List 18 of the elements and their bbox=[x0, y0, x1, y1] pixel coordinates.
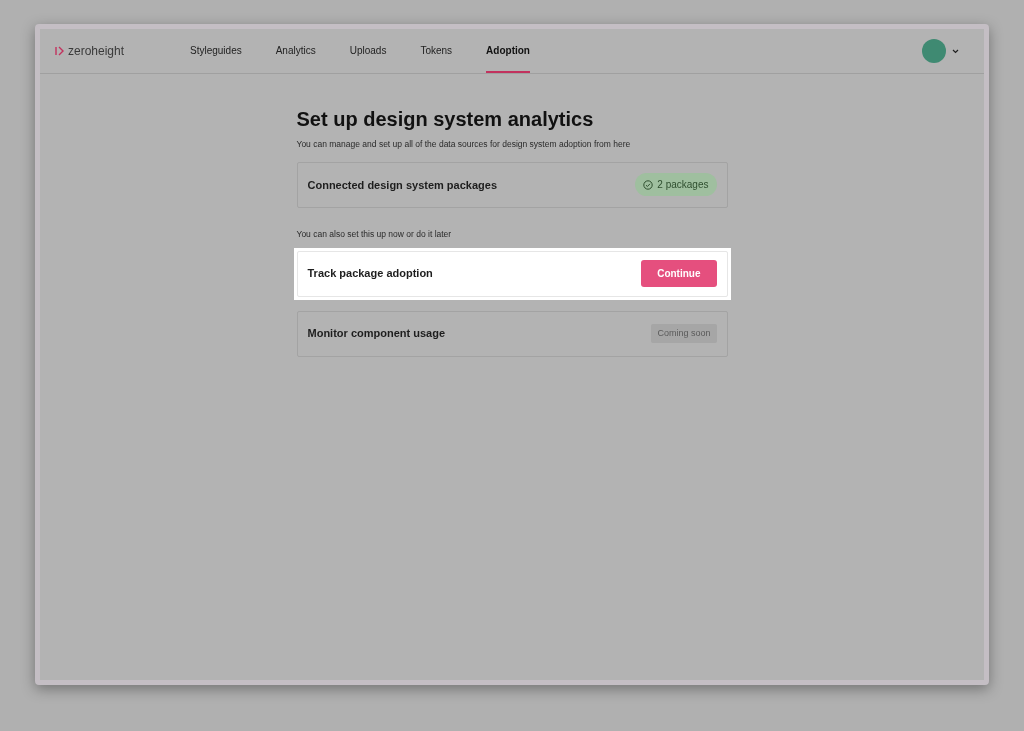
coming-soon-tag: Coming soon bbox=[651, 323, 717, 344]
page-subtitle: You can manage and set up all of the data sources for design system adoption from here bbox=[296, 138, 632, 151]
card-title: Monitor component usage bbox=[307, 326, 445, 342]
brand-name: zeroheight bbox=[68, 43, 125, 60]
chevron-down-icon[interactable] bbox=[952, 48, 959, 54]
nav-tab[interactable]: Uploads bbox=[349, 29, 387, 73]
nav-tab[interactable]: Analytics bbox=[275, 29, 316, 73]
logo-icon bbox=[55, 46, 64, 56]
page-title: Set up design system analytics bbox=[296, 107, 595, 132]
check-circle-icon bbox=[643, 179, 654, 190]
continue-button[interactable]: Continue bbox=[641, 260, 717, 287]
nav-tab[interactable]: Tokens bbox=[420, 29, 453, 73]
nav-tab[interactable]: Styleguides bbox=[190, 29, 242, 73]
section-note: You can also set this up now or do it later bbox=[296, 227, 453, 241]
card-title: Connected design system packages bbox=[307, 177, 497, 193]
card-title: Track package adoption bbox=[307, 266, 433, 282]
nav-tab[interactable]: Adoption bbox=[486, 29, 530, 73]
status-badge: 2 packages bbox=[635, 173, 717, 197]
